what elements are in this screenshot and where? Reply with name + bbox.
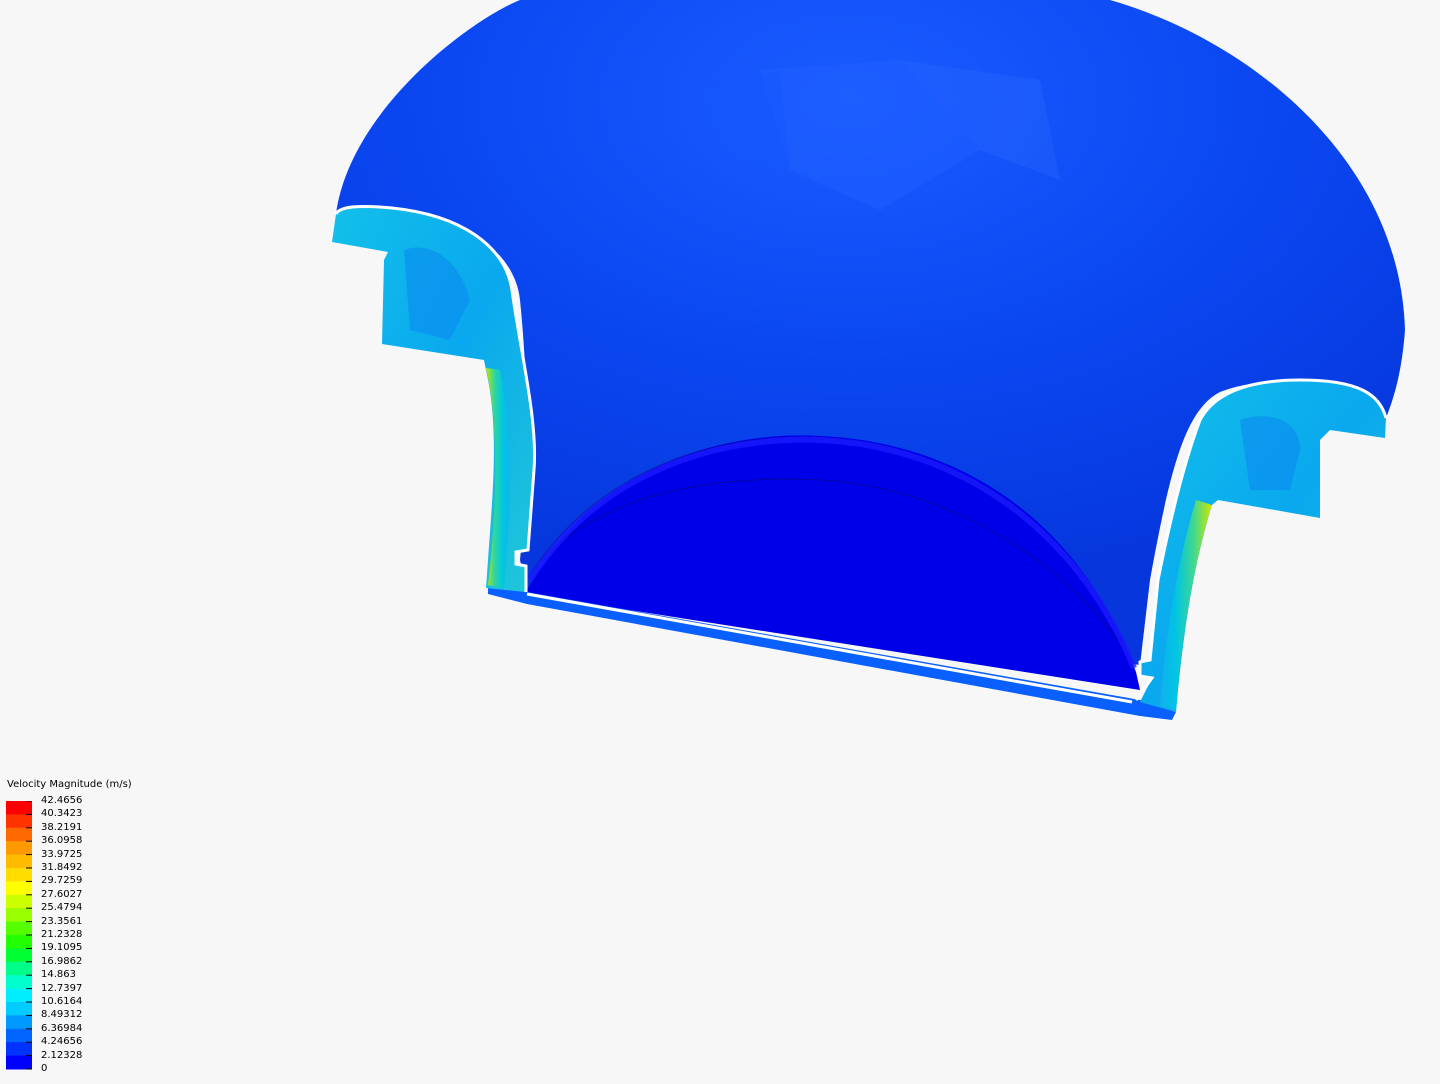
legend-tick-label: 29.7259: [41, 875, 83, 887]
legend-tick-label: 19.1095: [41, 942, 83, 954]
legend-title: Velocity Magnitude (m/s): [7, 779, 132, 790]
legend-tick-label: 8.49312: [41, 1009, 83, 1021]
legend-tick-label: 31.8492: [41, 862, 83, 873]
legend-swatch: [6, 961, 32, 976]
legend-tick-label: 25.4794: [41, 902, 83, 914]
color-legend: Velocity Magnitude (m/s) 42.4656 40.3423 3…: [6, 778, 206, 1074]
legend-swatch: [6, 1002, 32, 1016]
legend-swatch: [6, 854, 32, 869]
legend-swatch: [6, 935, 32, 949]
legend-tick-label: 40.3423: [41, 808, 83, 820]
legend-tick-label: 33.9725: [41, 848, 83, 860]
legend-swatch: [6, 921, 32, 936]
legend-tick-label: 38.2191: [41, 821, 83, 833]
legend-swatch: [6, 1028, 32, 1043]
legend-swatch: [6, 988, 32, 1003]
legend-tick-label: 27.6027: [41, 888, 83, 900]
legend-swatch: [6, 975, 32, 990]
legend-swatch: [6, 908, 32, 923]
cfd-result-render[interactable]: [0, 0, 1440, 1080]
legend-tick-label: 0: [41, 1063, 48, 1074]
legend-tick-label: 6.36984: [41, 1022, 83, 1034]
legend-tick-label: 36.0958: [41, 835, 83, 847]
legend-swatch: [6, 1042, 32, 1057]
legend-swatch: [6, 881, 32, 896]
legend-swatch: [6, 1015, 32, 1030]
legend-swatch: [6, 827, 32, 842]
legend-tick-label: 21.2328: [41, 929, 83, 940]
legend-tick-label: 14.863: [41, 969, 76, 981]
cfd-viewport[interactable]: [0, 0, 1440, 1080]
legend-tick-label: 16.9862: [41, 955, 83, 967]
legend-tick-label: 2.12328: [41, 1049, 83, 1061]
legend-swatch: [6, 948, 32, 963]
legend-swatch: [6, 801, 32, 815]
legend-color-bar: [6, 801, 32, 1070]
legend-swatch: [6, 868, 32, 882]
legend-tick-label: 42.4656: [41, 795, 83, 806]
legend-swatch: [6, 1055, 32, 1070]
legend-swatch: [6, 841, 32, 856]
legend-tick-label: 4.24656: [41, 1036, 83, 1048]
legend-tick-label: 10.6164: [41, 996, 83, 1007]
legend-swatch: [6, 894, 32, 909]
legend-swatch: [6, 814, 32, 829]
legend-tick-label: 23.3561: [41, 915, 83, 927]
right-flange-highlight: [1240, 416, 1300, 490]
legend-tick-label: 12.7397: [41, 982, 83, 994]
